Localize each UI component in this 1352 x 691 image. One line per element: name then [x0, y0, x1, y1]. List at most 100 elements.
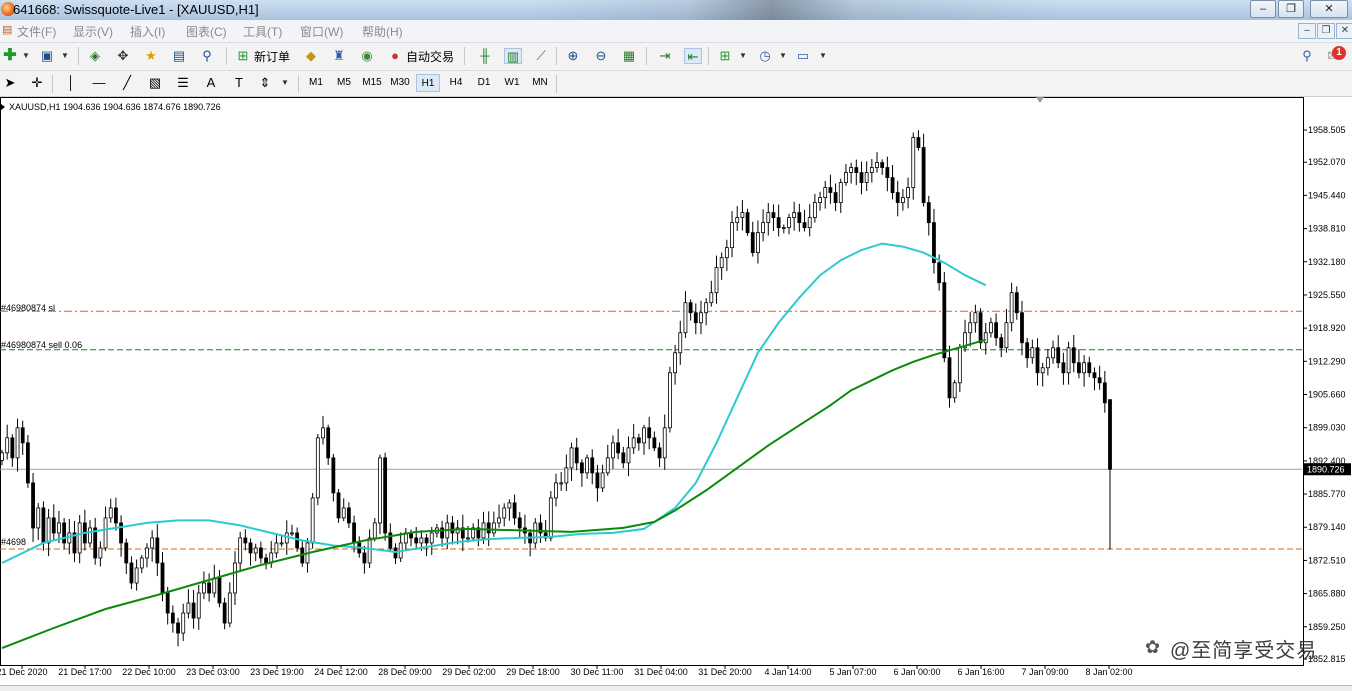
price-chart[interactable]: 1958.505 1952.070 1945.440 1938.810 1932.180… [0, 97, 1352, 690]
tf-h1[interactable]: H1 [416, 74, 440, 92]
x-tick-label: 8 Jan 02:00 [1085, 667, 1132, 677]
bull-candle [108, 507, 113, 519]
profiles-dropdown-icon[interactable]: ▼ [56, 48, 74, 64]
navigator-icon[interactable]: ★ [142, 48, 160, 64]
chart-shift-icon[interactable]: ⇥ [656, 48, 674, 64]
new-order-button[interactable]: 新订单 [254, 48, 290, 65]
zoom-in-icon[interactable]: ⊕ [564, 48, 582, 64]
periods-dropdown-icon[interactable]: ▼ [774, 48, 792, 64]
mdi-restore-button[interactable]: ❐ [1317, 23, 1335, 39]
shapes-dropdown-icon[interactable]: ▼ [276, 75, 294, 91]
menu-file[interactable]: 文件(F) [17, 23, 56, 40]
symbol-arrow-icon [1, 104, 5, 110]
strategy-tester-icon[interactable]: ⚲ [198, 48, 216, 64]
bear-candle [10, 437, 15, 459]
mdi-minimize-button[interactable]: ‒ [1298, 23, 1316, 39]
text-label-icon[interactable]: T [230, 75, 248, 91]
market-icon[interactable]: ◉ [358, 48, 376, 64]
tf-mn[interactable]: MN [528, 74, 552, 92]
autoscroll-icon[interactable]: ⇤ [684, 48, 702, 64]
tf-d1[interactable]: D1 [472, 74, 496, 92]
horizontal-line-icon[interactable]: — [90, 75, 108, 91]
close-button[interactable]: ✕ [1310, 0, 1348, 18]
templates-icon[interactable]: ▭ [794, 48, 812, 64]
signals-icon[interactable]: ♜ [330, 48, 348, 64]
x-tick-label: 7 Jan 09:00 [1021, 667, 1068, 677]
menu-window[interactable]: 窗口(W) [300, 23, 343, 40]
bear-candle [921, 147, 926, 204]
bull-candle [673, 352, 677, 374]
bull-candle [554, 482, 558, 499]
tf-m1[interactable]: M1 [304, 74, 328, 92]
menu-help[interactable]: 帮助(H) [362, 23, 403, 40]
bull-candle [678, 332, 683, 354]
bear-candle [20, 427, 25, 444]
data-window-icon[interactable]: ✥ [114, 48, 132, 64]
bull-candle [98, 547, 103, 559]
bear-candle [1020, 312, 1024, 344]
tf-m15[interactable]: M15 [360, 74, 384, 92]
menu-charts[interactable]: 图表(C) [186, 23, 227, 40]
indicators-dropdown-icon[interactable]: ▼ [734, 48, 752, 64]
menu-tools[interactable]: 工具(T) [243, 23, 282, 40]
profiles-icon[interactable]: ▣ [38, 48, 56, 64]
auto-trading-icon[interactable]: ● [386, 48, 404, 64]
line-chart-icon[interactable]: ⟋ [532, 48, 550, 64]
periods-icon[interactable]: ◷ [756, 48, 774, 64]
minimize-button[interactable]: ‒ [1250, 0, 1276, 18]
bull-candle [875, 162, 879, 168]
bull-candle [321, 427, 325, 439]
text-icon[interactable]: A [202, 75, 220, 91]
bear-candle [1077, 362, 1081, 374]
vertical-line-icon[interactable]: │ [62, 75, 80, 91]
market-watch-icon[interactable]: ◈ [86, 48, 104, 64]
metaeditor-icon[interactable]: ◆ [302, 48, 320, 64]
bull-candle [419, 537, 424, 544]
bull-candle [849, 167, 854, 173]
terminal-icon[interactable]: ▤ [170, 48, 188, 64]
search-icon[interactable]: ⚲ [1298, 48, 1316, 64]
bull-candle [15, 427, 20, 459]
bull-candle [466, 537, 470, 540]
tf-m5[interactable]: M5 [332, 74, 356, 92]
dropdown-arrow-icon[interactable]: ▼ [17, 48, 35, 64]
bull-candle [378, 457, 382, 524]
menu-view[interactable]: 显示(V) [73, 23, 113, 40]
bear-candle [926, 202, 931, 224]
bull-candle [279, 542, 284, 545]
tf-m30[interactable]: M30 [388, 74, 412, 92]
indicators-icon[interactable]: ⊞ [716, 48, 734, 64]
fibonacci-icon[interactable]: ☰ [174, 75, 192, 91]
bull-candle [559, 482, 564, 485]
arrows-icon[interactable]: ⇕ [256, 75, 274, 91]
bull-candle [253, 547, 258, 554]
bull-candle [719, 257, 724, 269]
menu-insert[interactable]: 插入(I) [130, 23, 165, 40]
bull-candle [844, 172, 848, 183]
mdi-close-button[interactable]: ✕ [1336, 23, 1352, 39]
bull-candle [341, 507, 346, 519]
zoom-out-icon[interactable]: ⊖ [592, 48, 610, 64]
crosshair-icon[interactable]: ✛ [28, 75, 46, 91]
templates-dropdown-icon[interactable]: ▼ [814, 48, 832, 64]
candlestick-chart-icon[interactable]: ▥ [504, 48, 522, 64]
tile-windows-icon[interactable]: ▦ [620, 48, 638, 64]
tf-h4[interactable]: H4 [444, 74, 468, 92]
auto-trading-button[interactable]: 自动交易 [406, 48, 454, 65]
new-order-icon[interactable]: ⊞ [234, 48, 252, 64]
cursor-icon[interactable]: ➤ [1, 75, 19, 91]
chart-window-icon[interactable]: ▤ [2, 23, 12, 37]
bear-candle [124, 542, 129, 564]
bear-candle [994, 322, 998, 339]
bull-candle [134, 567, 139, 584]
bull-candle [668, 372, 672, 429]
bear-candle [191, 602, 196, 619]
bear-candle [574, 447, 579, 464]
chart-area[interactable]: 1958.505 1952.070 1945.440 1938.810 1932.180… [0, 97, 1352, 690]
trendline-icon[interactable]: ╱ [118, 75, 136, 91]
bear-candle [1097, 377, 1102, 384]
equidistant-channel-icon[interactable]: ▧ [146, 75, 164, 91]
bar-chart-icon[interactable]: ╫ [476, 48, 494, 64]
restore-button[interactable]: ❐ [1278, 0, 1304, 18]
tf-w1[interactable]: W1 [500, 74, 524, 92]
